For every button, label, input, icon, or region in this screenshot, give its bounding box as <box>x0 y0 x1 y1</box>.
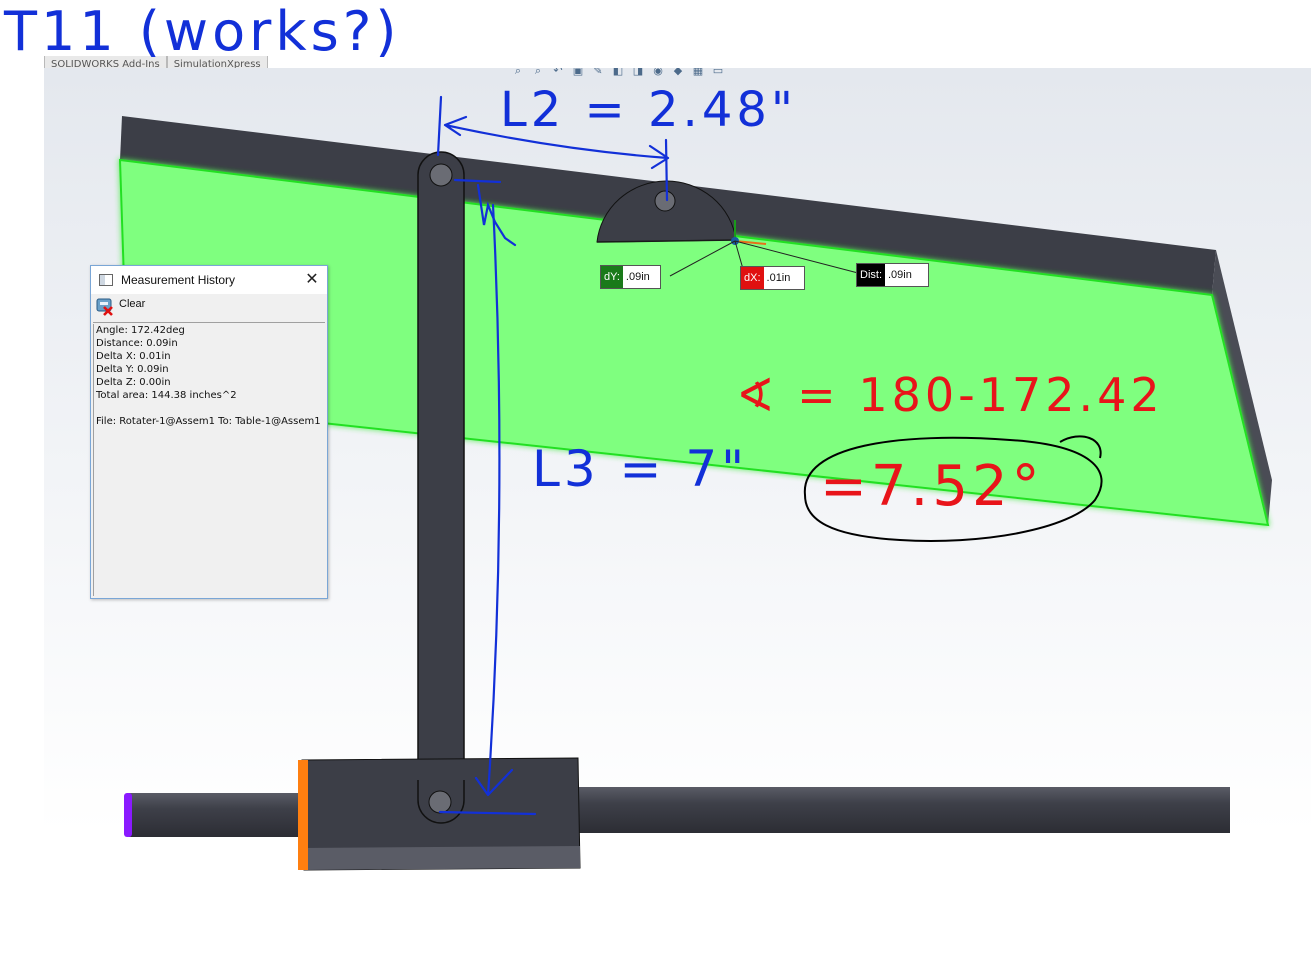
window-titlebar[interactable]: Measurement History ✕ <box>91 266 327 294</box>
handwritten-l2: L2 = 2.48" <box>500 82 797 138</box>
link-part[interactable] <box>417 151 465 825</box>
slider-part[interactable] <box>298 757 581 871</box>
edit-appearance-icon[interactable]: ◆ <box>670 68 686 78</box>
display-style-icon[interactable]: ◨ <box>630 68 646 78</box>
hide-show-icon[interactable]: ◉ <box>650 68 666 78</box>
view-toolbar: ⌕ ⌕ ↶ ▣ ✎ ◧ ◨ ◉ ◆ ▦ ▭ <box>510 68 726 78</box>
handwritten-l3: L3 = 7" <box>532 440 749 498</box>
log-line-angle: Angle: 172.42deg <box>96 325 185 336</box>
history-toolbar: Clear <box>93 294 325 323</box>
dx-value: .01in <box>766 272 791 284</box>
section-view-icon[interactable]: ▣ <box>570 68 586 78</box>
log-line-delta-z: Delta Z: 0.00in <box>96 377 171 388</box>
dist-tag: Dist: <box>857 264 885 286</box>
log-line-total-area: Total area: 144.38 inches^2 <box>96 390 237 401</box>
window-title: Measurement History <box>121 273 236 287</box>
clear-label: Clear <box>119 298 146 310</box>
measurement-log[interactable]: Angle: 172.42deg Distance: 0.09in Delta … <box>93 324 326 596</box>
link-bottom-hole <box>428 790 452 814</box>
window-app-icon <box>99 274 113 286</box>
dx-tag: dX: <box>741 267 764 289</box>
apply-scene-icon[interactable]: ▦ <box>690 68 706 78</box>
dy-callout[interactable]: dY: .09in <box>600 265 661 289</box>
rod-end-cap <box>124 793 132 837</box>
link-top-hole <box>429 163 453 187</box>
log-line-file: File: Rotater-1@Assem1 To: Table-1@Assem… <box>96 416 321 427</box>
log-line-distance: Distance: 0.09in <box>96 338 178 349</box>
view-settings-icon[interactable]: ▭ <box>710 68 726 78</box>
dist-value: .09in <box>888 269 912 281</box>
slider-orange-face <box>298 760 308 870</box>
dynamic-annotation-icon[interactable]: ✎ <box>590 68 606 78</box>
link-bar <box>417 151 465 825</box>
handwritten-title: T11 (works?) <box>4 0 401 63</box>
clear-button[interactable]: Clear <box>95 296 145 316</box>
log-line-blank <box>94 402 326 415</box>
dy-tag: dY: <box>601 266 623 288</box>
rail-rod[interactable] <box>124 787 1230 837</box>
log-line-delta-y: Delta Y: 0.09in <box>96 364 169 375</box>
dx-callout[interactable]: dX: .01in <box>740 266 806 290</box>
rotater-pin-hole <box>654 190 676 212</box>
handwritten-angle-result: =7.52° <box>820 454 1044 519</box>
dy-value: .09in <box>625 271 650 283</box>
view-orientation-icon[interactable]: ◧ <box>610 68 626 78</box>
dist-callout[interactable]: Dist: .09in <box>856 263 929 287</box>
handwritten-angle-eq: ∢ = 180-172.42 <box>736 368 1164 422</box>
close-icon[interactable]: ✕ <box>305 271 319 287</box>
log-line-delta-x: Delta X: 0.01in <box>96 351 171 362</box>
clear-icon <box>95 296 115 316</box>
zoom-fit-icon[interactable]: ⌕ <box>510 68 526 78</box>
measurement-history-window[interactable]: Measurement History ✕ Clear Angle: 172.4… <box>90 265 328 599</box>
zoom-area-icon[interactable]: ⌕ <box>530 68 546 78</box>
previous-view-icon[interactable]: ↶ <box>550 68 566 78</box>
